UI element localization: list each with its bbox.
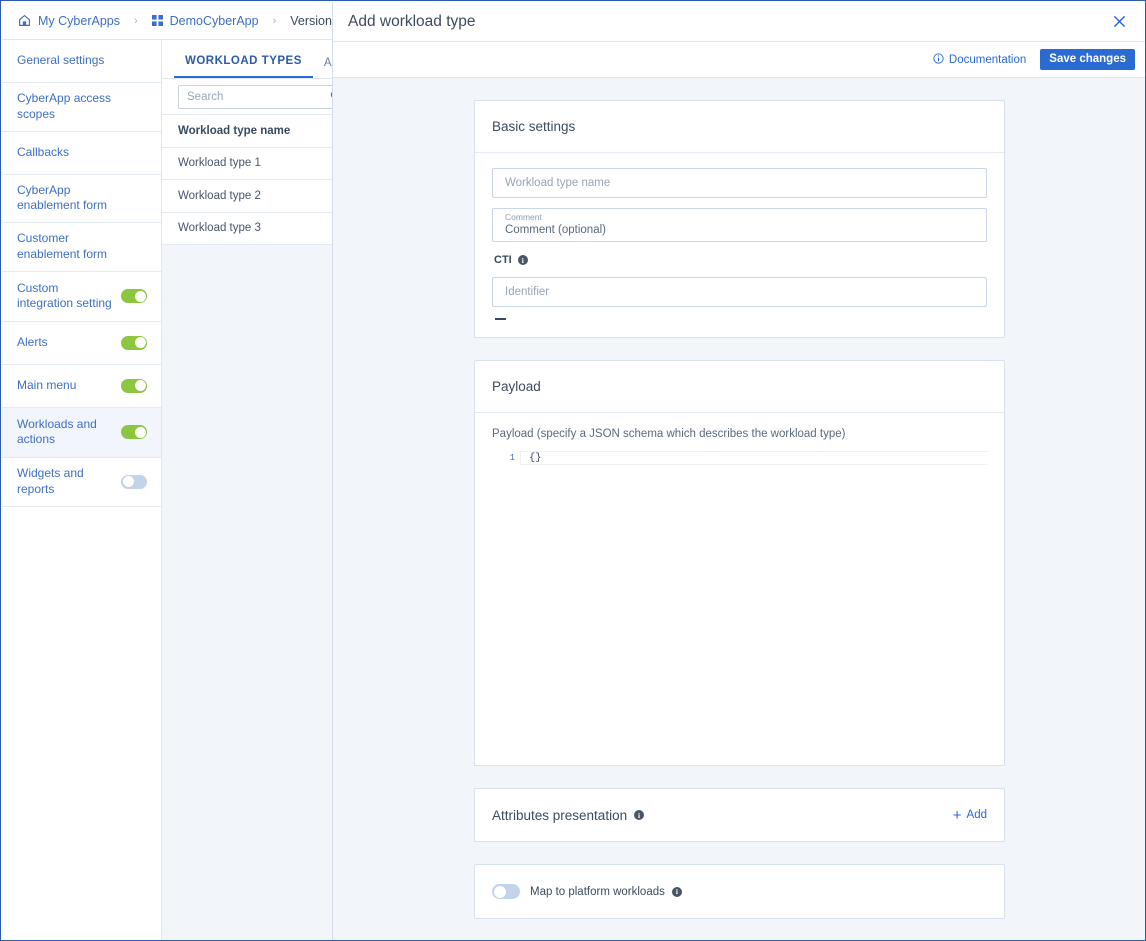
cti-label-row: CTI i bbox=[494, 254, 987, 266]
workload-type-name-input[interactable]: Workload type name bbox=[492, 168, 987, 198]
line-number: 1 bbox=[509, 453, 515, 463]
info-icon[interactable]: i bbox=[634, 810, 645, 820]
close-icon[interactable] bbox=[1108, 11, 1130, 33]
basic-settings-card: Basic settings Workload type name Commen… bbox=[474, 100, 1005, 338]
collapse-divider bbox=[495, 318, 506, 320]
sidebar-item-cyberapp-access-scopes[interactable]: CyberApp access scopes bbox=[2, 83, 161, 132]
app-window: My CyberApps › DemoCyberApp › Version (v… bbox=[0, 0, 1146, 941]
breadcrumb-label: DemoCyberApp bbox=[169, 13, 259, 28]
documentation-link[interactable]: Documentation bbox=[933, 52, 1027, 67]
sidebar-item-label: CyberApp enablement form bbox=[17, 182, 108, 213]
add-attribute-button[interactable]: + Add bbox=[953, 808, 987, 823]
sidebar-item-label: CyberApp access scopes bbox=[17, 91, 112, 121]
table-cell: Workload type 3 bbox=[178, 222, 261, 235]
search-input[interactable]: Search bbox=[178, 84, 348, 109]
documentation-label: Documentation bbox=[948, 53, 1027, 66]
identifier-input[interactable]: Identifier bbox=[492, 277, 987, 307]
map-platform-workloads-card: Map to platform workloads i bbox=[474, 864, 1005, 919]
sidebar-item-alerts[interactable]: Alerts bbox=[2, 322, 161, 365]
comment-input[interactable]: Comment Comment (optional) bbox=[492, 208, 987, 242]
breadcrumb-separator: › bbox=[272, 14, 277, 27]
sidebar: General settings CyberApp access scopes … bbox=[2, 40, 162, 940]
map-platform-workloads-toggle[interactable] bbox=[492, 884, 520, 899]
sidebar-toggle-custom-integration-setting[interactable] bbox=[121, 289, 147, 304]
save-changes-button[interactable]: Save changes bbox=[1040, 48, 1135, 71]
sidebar-item-general-settings[interactable]: General settings bbox=[2, 40, 161, 83]
comment-placeholder: Comment (optional) bbox=[505, 223, 606, 236]
map-platform-workloads-label-row: Map to platform workloads i bbox=[530, 886, 682, 898]
sidebar-item-label: Customer enablement form bbox=[17, 231, 108, 262]
add-label: Add bbox=[966, 809, 987, 821]
table-cell: Workload type 1 bbox=[178, 157, 261, 170]
sidebar-item-cyberapp-enablement-form[interactable]: CyberApp enablement form bbox=[2, 175, 161, 224]
plus-icon: + bbox=[952, 806, 962, 824]
home-icon bbox=[18, 14, 31, 27]
sidebar-item-workloads-and-actions[interactable]: Workloads and actions bbox=[2, 407, 161, 458]
sidebar-toggle-widgets-and-reports[interactable] bbox=[121, 474, 147, 489]
info-circle-icon bbox=[933, 52, 944, 67]
sidebar-item-callbacks[interactable]: Callbacks bbox=[2, 132, 161, 175]
modal-title-bar: Add workload type bbox=[333, 2, 1145, 42]
sidebar-item-customer-enablement-form[interactable]: Customer enablement form bbox=[2, 223, 161, 272]
sidebar-item-label: Widgets and reports bbox=[17, 465, 84, 496]
search-placeholder: Search bbox=[187, 90, 224, 103]
attributes-presentation-label: Attributes presentation bbox=[492, 807, 628, 823]
basic-settings-title: Basic settings bbox=[492, 119, 576, 134]
sidebar-toggle-main-menu[interactable] bbox=[121, 378, 147, 393]
info-icon[interactable]: i bbox=[517, 255, 528, 265]
table-header-cell: Workload type name bbox=[178, 124, 291, 137]
code-content[interactable]: {} bbox=[520, 451, 987, 465]
payload-card: Payload Payload (specify a JSON schema w… bbox=[474, 360, 1005, 766]
modal-body: Basic settings Workload type name Commen… bbox=[333, 78, 1145, 940]
payload-title: Payload bbox=[492, 379, 541, 394]
identifier-placeholder: Identifier bbox=[505, 286, 550, 298]
code-line: 1 {} bbox=[492, 451, 987, 465]
grid-icon bbox=[151, 15, 163, 26]
sidebar-item-label: Alerts bbox=[17, 335, 48, 350]
sidebar-toggle-alerts[interactable] bbox=[121, 335, 147, 350]
modal-title: Add workload type bbox=[348, 12, 476, 30]
sidebar-item-label: Main menu bbox=[17, 378, 77, 393]
sidebar-item-label: Callbacks bbox=[17, 144, 70, 159]
breadcrumb-item-my-cyberapps[interactable]: My CyberApps bbox=[18, 14, 120, 28]
sidebar-item-label: Custom integration setting bbox=[17, 280, 112, 311]
workload-type-name-placeholder: Workload type name bbox=[505, 177, 611, 189]
table-cell: Workload type 2 bbox=[178, 189, 261, 202]
sidebar-item-widgets-and-reports[interactable]: Widgets and reports bbox=[2, 458, 161, 507]
info-icon[interactable]: i bbox=[671, 886, 682, 897]
comment-label: Comment bbox=[505, 211, 542, 222]
cti-label: CTI bbox=[494, 254, 512, 266]
sidebar-item-custom-integration-setting[interactable]: Custom integration setting bbox=[2, 272, 161, 322]
add-workload-type-modal: Add workload type Documentation Save cha… bbox=[332, 2, 1145, 940]
attributes-presentation-title: Attributes presentation i bbox=[492, 807, 645, 823]
breadcrumb-separator: › bbox=[133, 14, 138, 27]
payload-header: Payload bbox=[475, 361, 1004, 413]
payload-body: Payload (specify a JSON schema which des… bbox=[475, 413, 1004, 765]
sidebar-item-label: General settings bbox=[17, 53, 105, 68]
map-platform-workloads-label: Map to platform workloads bbox=[530, 885, 665, 898]
payload-code-editor[interactable]: 1 {} bbox=[492, 451, 987, 748]
modal-action-bar: Documentation Save changes bbox=[333, 42, 1145, 78]
tab-workload-types[interactable]: WORKLOAD TYPES bbox=[174, 55, 313, 78]
sidebar-item-label: Workloads and actions bbox=[17, 416, 97, 447]
basic-settings-header: Basic settings bbox=[475, 101, 1004, 153]
sidebar-item-main-menu[interactable]: Main menu bbox=[2, 365, 161, 408]
attributes-presentation-card: Attributes presentation i + Add bbox=[474, 788, 1005, 842]
attributes-presentation-header: Attributes presentation i + Add bbox=[475, 789, 1004, 841]
map-platform-workloads-row: Map to platform workloads i bbox=[475, 865, 1004, 918]
sidebar-toggle-workloads-and-actions[interactable] bbox=[121, 425, 147, 440]
basic-settings-body: Workload type name Comment Comment (opti… bbox=[475, 153, 1004, 337]
payload-hint: Payload (specify a JSON schema which des… bbox=[492, 428, 846, 440]
breadcrumb-label: My CyberApps bbox=[38, 13, 120, 28]
breadcrumb-item-democyberapp[interactable]: DemoCyberApp bbox=[151, 13, 259, 28]
